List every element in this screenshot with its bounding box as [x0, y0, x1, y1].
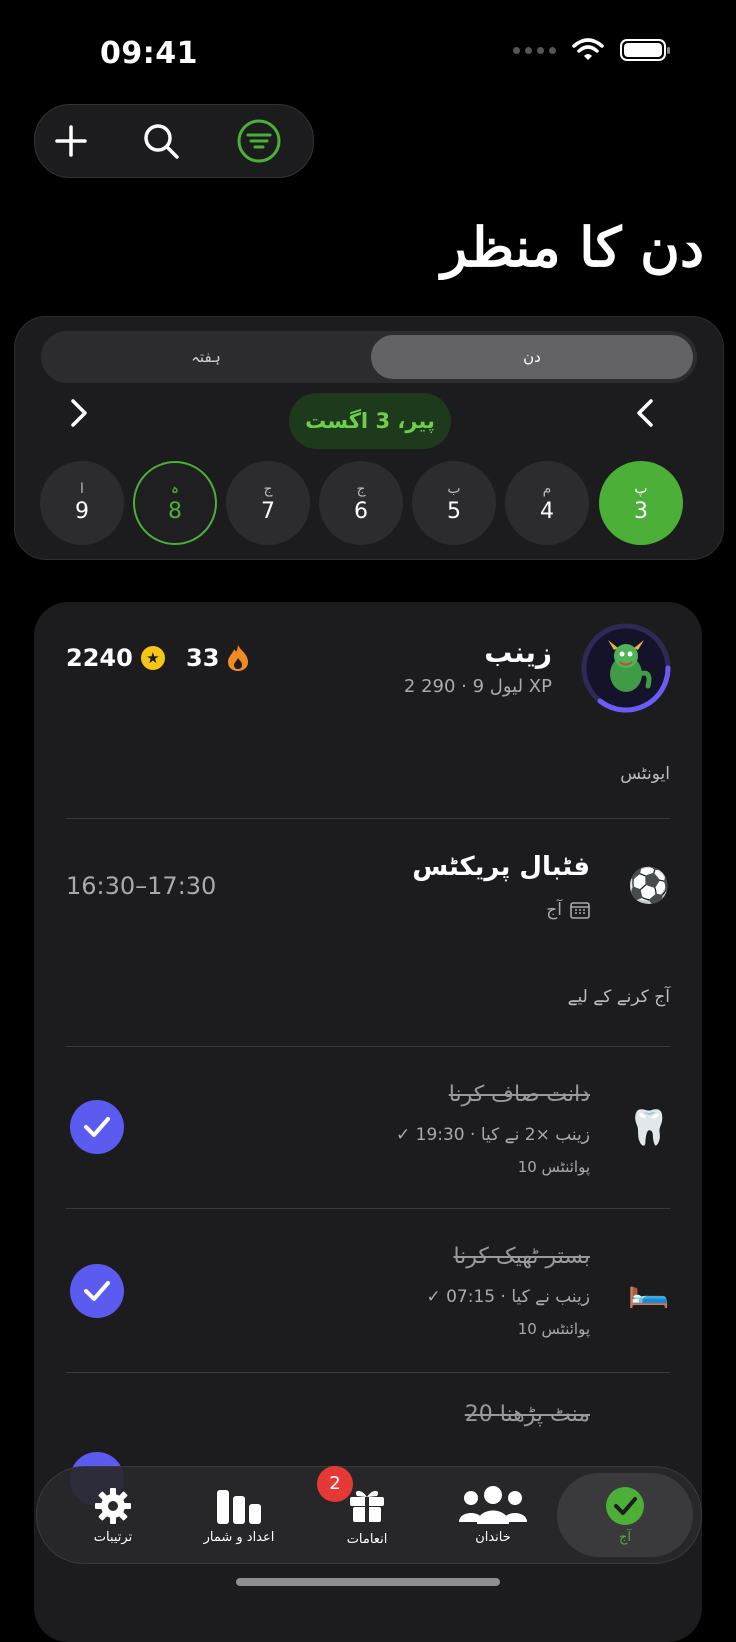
- signal-icon: [513, 46, 556, 54]
- day-letter: ج: [356, 481, 366, 497]
- flame-icon: [228, 645, 249, 671]
- user-name: زینب: [484, 636, 552, 669]
- filter-button[interactable]: [235, 117, 283, 165]
- family-icon: [459, 1485, 527, 1524]
- divider: [66, 1372, 670, 1373]
- page-title: دن کا منظر: [441, 215, 704, 279]
- user-level: لیول 9 · 290 2 XP: [403, 676, 552, 697]
- gift-icon: [350, 1490, 384, 1522]
- day-letter: ب: [447, 481, 461, 497]
- task-points: 10 پوائنٹس: [517, 1320, 590, 1338]
- day-4[interactable]: م 4: [505, 461, 589, 545]
- search-button[interactable]: [137, 117, 185, 165]
- day-number: 4: [540, 499, 554, 524]
- coins-stat: 2240 ★: [66, 644, 165, 672]
- divider: [66, 818, 670, 819]
- star-coin-icon: ★: [140, 646, 165, 670]
- current-date-pill[interactable]: پیر، 3 اگست: [289, 393, 451, 449]
- tab-bar: ترتیبات اعداد و شمار 2 انعامات خاندان آج: [36, 1465, 702, 1564]
- segment-day[interactable]: دن: [371, 335, 693, 379]
- gear-icon: [95, 1487, 131, 1524]
- tab-settings[interactable]: ترتیبات: [53, 1473, 173, 1557]
- add-button[interactable]: [47, 117, 95, 165]
- day-number: 6: [354, 499, 368, 524]
- rewards-icon-wrap: 2: [317, 1465, 387, 1528]
- chevron-right-icon: [71, 399, 87, 427]
- previous-day-button[interactable]: [625, 393, 665, 433]
- segment-week[interactable]: ہفتہ: [45, 335, 367, 379]
- day-7[interactable]: ج 7: [226, 461, 310, 545]
- tab-family[interactable]: خاندان: [433, 1473, 553, 1557]
- divider: [66, 1046, 670, 1047]
- day-9[interactable]: ا 9: [40, 461, 124, 545]
- divider: [66, 1208, 670, 1209]
- tooth-icon: 🦷: [627, 1108, 670, 1148]
- day-number: 8: [168, 499, 182, 524]
- tab-today[interactable]: آج: [557, 1473, 693, 1557]
- tab-statistics[interactable]: اعداد و شمار: [179, 1473, 299, 1557]
- coins-value: 2240: [66, 644, 133, 672]
- event-time: 16:30–17:30: [66, 872, 217, 900]
- day-letter: پ: [634, 481, 648, 497]
- calendar-icon: [570, 902, 590, 919]
- task-points: 10 پوائنٹس: [517, 1158, 590, 1176]
- search-icon: [144, 124, 179, 159]
- bar-chart-icon: [217, 1489, 261, 1524]
- checkmark-icon: [84, 1281, 110, 1301]
- battery-icon: [620, 39, 670, 61]
- status-time: 09:41: [100, 36, 198, 71]
- chevron-left-icon: [637, 399, 653, 427]
- tab-label: ترتیبات: [93, 1529, 133, 1545]
- task-title[interactable]: 20 منٹ پڑھنا: [465, 1402, 590, 1427]
- event-title[interactable]: فٹبال پریکٹس: [412, 852, 590, 882]
- day-8[interactable]: ہ 8: [133, 461, 217, 545]
- next-day-button[interactable]: [59, 393, 99, 433]
- day-letter: ہ: [170, 481, 180, 497]
- event-date-text: آج: [546, 900, 562, 920]
- day-5[interactable]: ب 5: [412, 461, 496, 545]
- checkmark-icon: [84, 1117, 110, 1137]
- tab-label: خاندان: [475, 1529, 511, 1545]
- filter-icon: [237, 119, 281, 163]
- streak-value: 33: [186, 644, 220, 672]
- bed-icon: 🛏️: [627, 1270, 670, 1310]
- task-complete-checkbox[interactable]: [70, 1100, 124, 1154]
- todo-section-label: آج کرنے کے لیے: [567, 987, 670, 1007]
- day-letter: ا: [80, 481, 84, 497]
- streak-stat: 33: [186, 644, 249, 672]
- day-letter: م: [542, 481, 552, 497]
- top-toolbar: [34, 104, 314, 178]
- wifi-icon: [572, 38, 604, 60]
- day-number: 7: [261, 499, 275, 524]
- day-number: 3: [634, 499, 648, 524]
- task-complete-checkbox[interactable]: [70, 1264, 124, 1318]
- tab-rewards[interactable]: 2 انعامات: [307, 1465, 427, 1557]
- level-progress-ring: [581, 623, 671, 713]
- day-number: 9: [75, 499, 89, 524]
- tab-label: آج: [618, 1529, 631, 1545]
- calendar-card: ہفتہ دن پیر، 3 اگست پ 3 م 4 ب 5 ج 6 ج 7 …: [14, 316, 724, 560]
- rewards-badge: 2: [317, 1465, 353, 1502]
- day-3[interactable]: پ 3: [599, 461, 683, 545]
- view-segmented-control: ہفتہ دن: [41, 331, 697, 383]
- task-meta: ✓ زینب نے کیا · 07:15: [426, 1287, 590, 1307]
- tab-label: انعامات: [346, 1531, 388, 1547]
- tab-label: اعداد و شمار: [203, 1529, 275, 1545]
- task-title[interactable]: بستر ٹھیک کرنا: [453, 1244, 590, 1269]
- event-date: آج: [546, 900, 590, 920]
- day-letter: ج: [263, 481, 273, 497]
- day-6[interactable]: ج 6: [319, 461, 403, 545]
- events-section-label: ایونٹس: [620, 764, 670, 784]
- plus-icon: [55, 125, 87, 157]
- soccer-ball-icon: ⚽: [627, 866, 670, 906]
- home-indicator[interactable]: [236, 1578, 500, 1586]
- task-title[interactable]: دانت صاف کرنا: [449, 1082, 590, 1107]
- status-icons: [513, 38, 670, 62]
- check-circle-icon: [606, 1486, 644, 1525]
- avatar[interactable]: [580, 622, 672, 714]
- day-number: 5: [447, 499, 461, 524]
- task-meta: ✓ زینب ×2 نے کیا · 19:30: [395, 1125, 590, 1145]
